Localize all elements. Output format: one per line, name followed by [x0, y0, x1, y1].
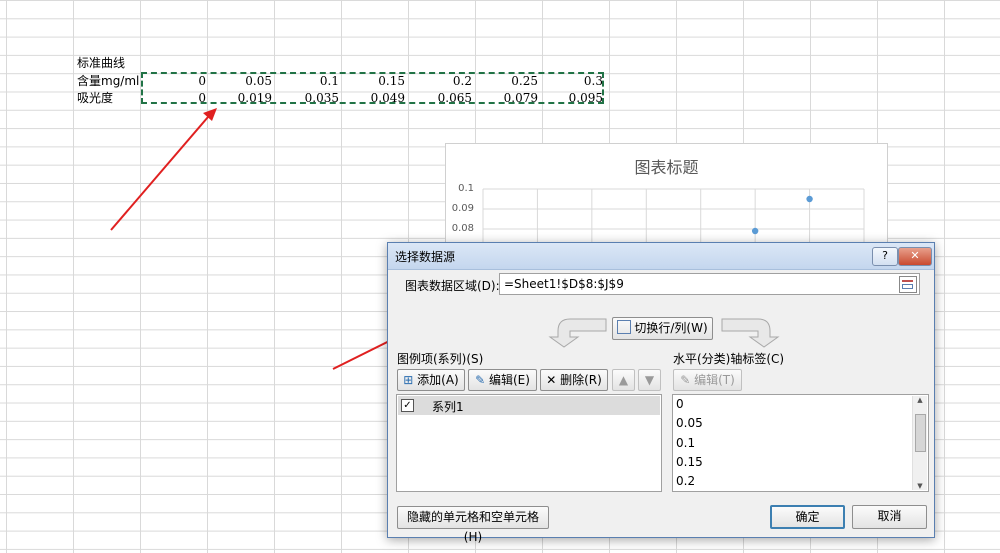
- edit-icon: ✎: [680, 373, 691, 387]
- switch-row-col-label: 切换行/列(W): [634, 321, 708, 335]
- delete-icon: ✕: [546, 373, 557, 387]
- move-down-icon: ▼: [644, 373, 655, 387]
- selection-marquee: [141, 72, 604, 104]
- list-item[interactable]: 0.05: [676, 416, 703, 430]
- right-curve-arrow-icon: [721, 318, 780, 348]
- hidden-empty-cells-button[interactable]: 隐藏的单元格和空单元格(H): [397, 506, 549, 544]
- dialog-title: 选择数据源: [395, 250, 456, 264]
- close-button[interactable]: ✕: [898, 247, 932, 266]
- delete-label: 删除(R): [560, 373, 602, 387]
- help-button[interactable]: ?: [872, 247, 898, 266]
- table-title-cell[interactable]: 标准曲线: [77, 55, 125, 72]
- move-down-button[interactable]: ▼: [638, 369, 661, 391]
- scroll-up-icon[interactable]: ▲: [913, 396, 927, 404]
- dialog-titlebar[interactable]: 选择数据源 ? ✕: [388, 243, 934, 270]
- edit-label: 编辑(E): [488, 373, 530, 387]
- edit-series-button[interactable]: ✎ 编辑(E): [468, 369, 537, 391]
- edit-icon: ✎: [475, 373, 486, 387]
- range-input-value: =Sheet1!$D$8:$J$9: [504, 277, 624, 291]
- series-item-label: 系列1: [432, 400, 464, 414]
- left-curve-arrow-icon: [548, 318, 607, 348]
- ok-button[interactable]: 确定: [770, 505, 845, 529]
- absorbance-row-label[interactable]: 吸光度: [77, 90, 113, 107]
- content-row-label[interactable]: 含量mg/ml: [77, 73, 139, 90]
- list-item[interactable]: 0.15: [676, 455, 703, 469]
- range-input[interactable]: =Sheet1!$D$8:$J$9: [499, 273, 920, 295]
- list-item[interactable]: 0.1: [676, 436, 695, 450]
- series-checkbox[interactable]: ✓: [401, 399, 414, 412]
- range-picker-icon[interactable]: [899, 276, 917, 293]
- switch-icon: [617, 320, 632, 334]
- move-up-button[interactable]: ▲: [612, 369, 635, 391]
- list-item[interactable]: 0.2: [676, 474, 695, 488]
- series-listbox[interactable]: ✓ 系列1: [396, 394, 662, 492]
- add-icon: ⊞: [403, 373, 414, 387]
- edit-axis-labels-button[interactable]: ✎ 编辑(T): [673, 369, 742, 391]
- range-label: 图表数据区域(D):: [405, 279, 500, 293]
- cancel-button[interactable]: 取消: [852, 505, 927, 529]
- list-item[interactable]: 0: [676, 397, 684, 411]
- add-series-button[interactable]: ⊞ 添加(A): [397, 369, 465, 391]
- axis-edit-label: 编辑(T): [694, 373, 735, 387]
- data-point[interactable]: [806, 195, 813, 203]
- move-up-icon: ▲: [618, 373, 629, 387]
- axis-labels-listbox[interactable]: 0 0.05 0.1 0.15 0.2 ▲ ▼: [672, 394, 929, 492]
- legend-section-label: 图例项(系列)(S): [397, 352, 484, 366]
- scrollbar-thumb[interactable]: [915, 414, 926, 452]
- switch-row-col-button[interactable]: 切换行/列(W): [612, 317, 713, 340]
- delete-series-button[interactable]: ✕ 删除(R): [540, 369, 608, 391]
- list-item[interactable]: ✓ 系列1: [398, 396, 660, 415]
- data-point[interactable]: [751, 227, 759, 235]
- scroll-down-icon[interactable]: ▼: [913, 482, 927, 490]
- axis-section-label: 水平(分类)轴标签(C): [673, 352, 785, 366]
- select-data-source-dialog: 选择数据源 ? ✕ 图表数据区域(D): =Sheet1!$D$8:$J$9 切…: [387, 242, 935, 544]
- add-label: 添加(A): [417, 373, 459, 387]
- axis-list-scrollbar[interactable]: ▲ ▼: [912, 396, 927, 490]
